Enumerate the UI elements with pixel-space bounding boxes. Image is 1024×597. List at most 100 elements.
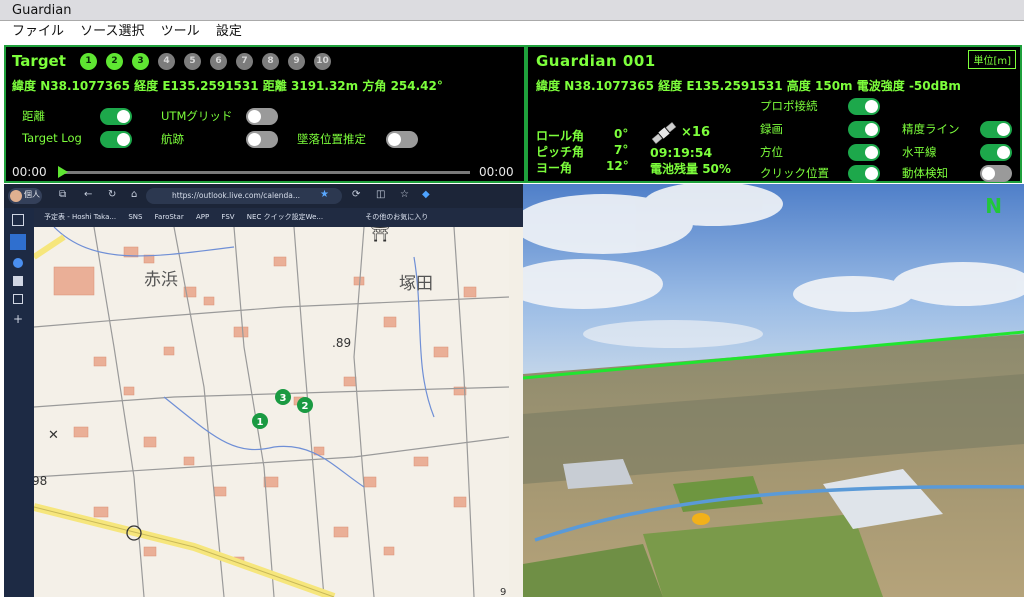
click-position-toggle[interactable]	[848, 165, 880, 182]
guardian-lon: E135.2591531	[686, 79, 783, 93]
accuracy-line-toggle[interactable]	[980, 121, 1012, 138]
target-num-5[interactable]: 5	[184, 53, 201, 70]
guardian-info-row: 緯度 N38.1077365 経度 E135.2591531 高度 150m 電…	[536, 77, 961, 94]
target-num-1[interactable]: 1	[80, 53, 97, 70]
guardian-alt-label: 高度	[786, 79, 811, 93]
map-canvas[interactable]: 赤浜 塚田 .89 98 9 ⛩ ✕ 1 2 3	[34, 227, 509, 597]
camera-scene	[523, 184, 1024, 597]
target-marker-3-label: 3	[280, 393, 287, 404]
profile-avatar[interactable]: 個人	[8, 188, 42, 204]
time-start: 00:00	[12, 165, 47, 179]
camera-feed[interactable]: N	[523, 184, 1024, 597]
click-position-marker	[692, 513, 710, 525]
profile-name: 個人	[24, 190, 40, 199]
horizon-toggle[interactable]	[980, 144, 1012, 161]
target-num-10[interactable]: 10	[314, 53, 331, 70]
target-num-4[interactable]: 4	[158, 53, 175, 70]
distance-toggle-label: 距離	[22, 109, 45, 123]
click-position-toggle-label: クリック位置	[760, 166, 829, 180]
propo-toggle[interactable]	[848, 98, 880, 115]
target-num-9[interactable]: 9	[288, 53, 305, 70]
home-icon[interactable]: ⌂	[131, 189, 137, 200]
menu-file[interactable]: ファイル	[12, 24, 64, 39]
record-toggle[interactable]	[848, 121, 880, 138]
motion-detect-toggle[interactable]	[980, 165, 1012, 182]
map-label-akahama: 赤浜	[144, 270, 178, 290]
guardian-lat: N38.1077365	[564, 79, 654, 93]
menu-settings[interactable]: 設定	[216, 24, 242, 39]
browser-sidebar: +	[4, 208, 34, 597]
pitch-label: ピッチ角	[536, 145, 585, 159]
distance-toggle[interactable]	[100, 108, 132, 125]
sidebar-active-icon[interactable]	[10, 234, 26, 250]
target-dist: 3191.32m	[291, 79, 359, 93]
target-marker-1[interactable]: 1	[252, 413, 268, 429]
unit-button[interactable]: 単位[m]	[968, 50, 1016, 69]
target-marker-2-label: 2	[302, 401, 309, 412]
target-log-toggle[interactable]	[100, 131, 132, 148]
shrine-icon: ⛩	[370, 227, 390, 243]
window-title: Guardian	[0, 0, 1024, 21]
app-icon[interactable]	[13, 276, 23, 286]
map-symbol-icon: ✕	[48, 428, 59, 443]
collections-icon[interactable]: ◆	[422, 189, 430, 200]
target-lat: N38.1077365	[40, 79, 130, 93]
map-view[interactable]: 個人 ⧉ ← ↻ ⌂ https://outlook.live.com/cale…	[4, 184, 523, 597]
direction-toggle[interactable]	[848, 144, 880, 161]
bookmark-item[interactable]: 予定表 - Hoshi Taka...	[44, 213, 116, 221]
guardian-alt: 150m	[815, 79, 853, 93]
playback-thumb[interactable]	[58, 166, 68, 178]
avatar-icon	[10, 190, 22, 202]
target-num-3[interactable]: 3	[132, 53, 149, 70]
yaw-value: 12°	[606, 159, 629, 173]
split-view-icon[interactable]: ◫	[376, 189, 385, 200]
bookmark-item[interactable]: SNS	[128, 213, 142, 221]
playback-slider[interactable]	[58, 166, 470, 178]
menu-bar: ファイル ソース選択 ツール 設定	[0, 21, 1024, 44]
target-marker-2[interactable]: 2	[297, 397, 313, 413]
bookmark-item[interactable]: その他のお気に入り	[365, 213, 428, 221]
guardian-title: Guardian 001	[536, 52, 656, 70]
target-dist-label: 距離	[262, 79, 287, 93]
guardian-signal-label: 電波強度	[856, 79, 905, 93]
bookmark-item[interactable]: FaroStar	[155, 213, 184, 221]
target-marker-3[interactable]: 3	[275, 389, 291, 405]
bookmark-item[interactable]: APP	[196, 213, 209, 221]
target-label: Target	[12, 52, 66, 70]
record-toggle-label: 録画	[760, 122, 783, 136]
target-num-6[interactable]: 6	[210, 53, 227, 70]
mail-icon[interactable]	[13, 294, 23, 304]
battery-value: 50%	[702, 162, 731, 176]
track-toggle[interactable]	[246, 131, 278, 148]
bookmark-item[interactable]: FSV	[221, 213, 234, 221]
guardian-lon-label: 経度	[658, 79, 683, 93]
address-bar[interactable]: https://outlook.live.com/calenda...	[146, 188, 342, 204]
motion-detect-toggle-label: 動体検知	[902, 166, 948, 180]
favorites-icon[interactable]: ☆	[400, 189, 409, 200]
back-icon[interactable]: ←	[84, 189, 92, 200]
utm-grid-toggle[interactable]	[246, 108, 278, 125]
bookmarks-bar: 予定表 - Hoshi Taka... SNS FaroStar APP FSV…	[34, 208, 523, 227]
url-text: https://outlook.live.com/calenda...	[172, 191, 300, 200]
extensions-icon[interactable]: ⟳	[352, 189, 360, 200]
refresh-icon[interactable]: ↻	[108, 189, 116, 200]
target-num-8[interactable]: 8	[262, 53, 279, 70]
add-icon[interactable]: +	[13, 313, 23, 325]
tabs-icon[interactable]: ⧉	[59, 189, 66, 200]
target-num-2[interactable]: 2	[106, 53, 123, 70]
target-num-7[interactable]: 7	[236, 53, 253, 70]
sidebar-tab-icon[interactable]	[12, 214, 24, 226]
menu-source-select[interactable]: ソース選択	[80, 24, 144, 39]
map-label-tsukada: 塚田	[399, 274, 433, 294]
facebook-icon[interactable]	[13, 258, 23, 268]
roll-value: 0°	[614, 127, 629, 141]
bookmark-item[interactable]: NEC クイック設定We...	[247, 213, 323, 221]
horizon-toggle-label: 水平線	[902, 145, 937, 159]
guardian-time: 09:19:54	[650, 145, 713, 160]
menu-tools[interactable]: ツール	[161, 24, 200, 39]
target-lon: E135.2591531	[162, 79, 259, 93]
favorite-star-icon[interactable]: ★	[320, 189, 329, 200]
crash-estimate-toggle[interactable]	[386, 131, 418, 148]
target-marker-1-label: 1	[257, 417, 264, 428]
satellite-count: ×16	[681, 125, 710, 140]
